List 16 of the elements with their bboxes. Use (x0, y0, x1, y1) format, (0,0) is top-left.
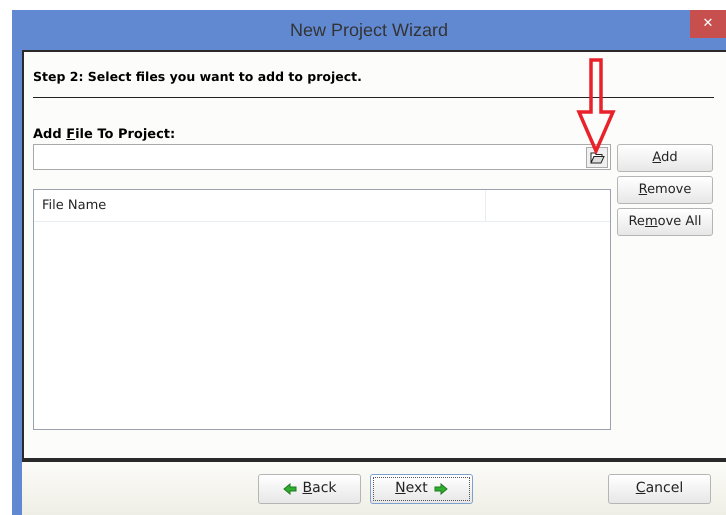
cancel-button[interactable]: Cancel (608, 474, 711, 504)
left-arrow-icon (282, 482, 296, 494)
close-button[interactable]: ✕ (690, 10, 726, 38)
column-header[interactable]: File Name (34, 190, 486, 221)
field-label: Add File To Project: (33, 126, 176, 144)
side-button[interactable]: Remove All (617, 208, 713, 236)
side-button[interactable]: Add (617, 144, 713, 172)
window-title: New Project Wizard (290, 18, 448, 42)
side-button[interactable]: Remove (617, 176, 713, 204)
next-button[interactable]: Next (370, 474, 473, 504)
file-path-field[interactable] (33, 144, 611, 170)
step-heading: Step 2: Select files you want to add to project. (33, 68, 362, 86)
folder-icon (590, 150, 604, 164)
right-arrow-icon (434, 482, 448, 494)
folder-button[interactable] (586, 146, 608, 168)
back-button[interactable]: Back (258, 474, 361, 504)
